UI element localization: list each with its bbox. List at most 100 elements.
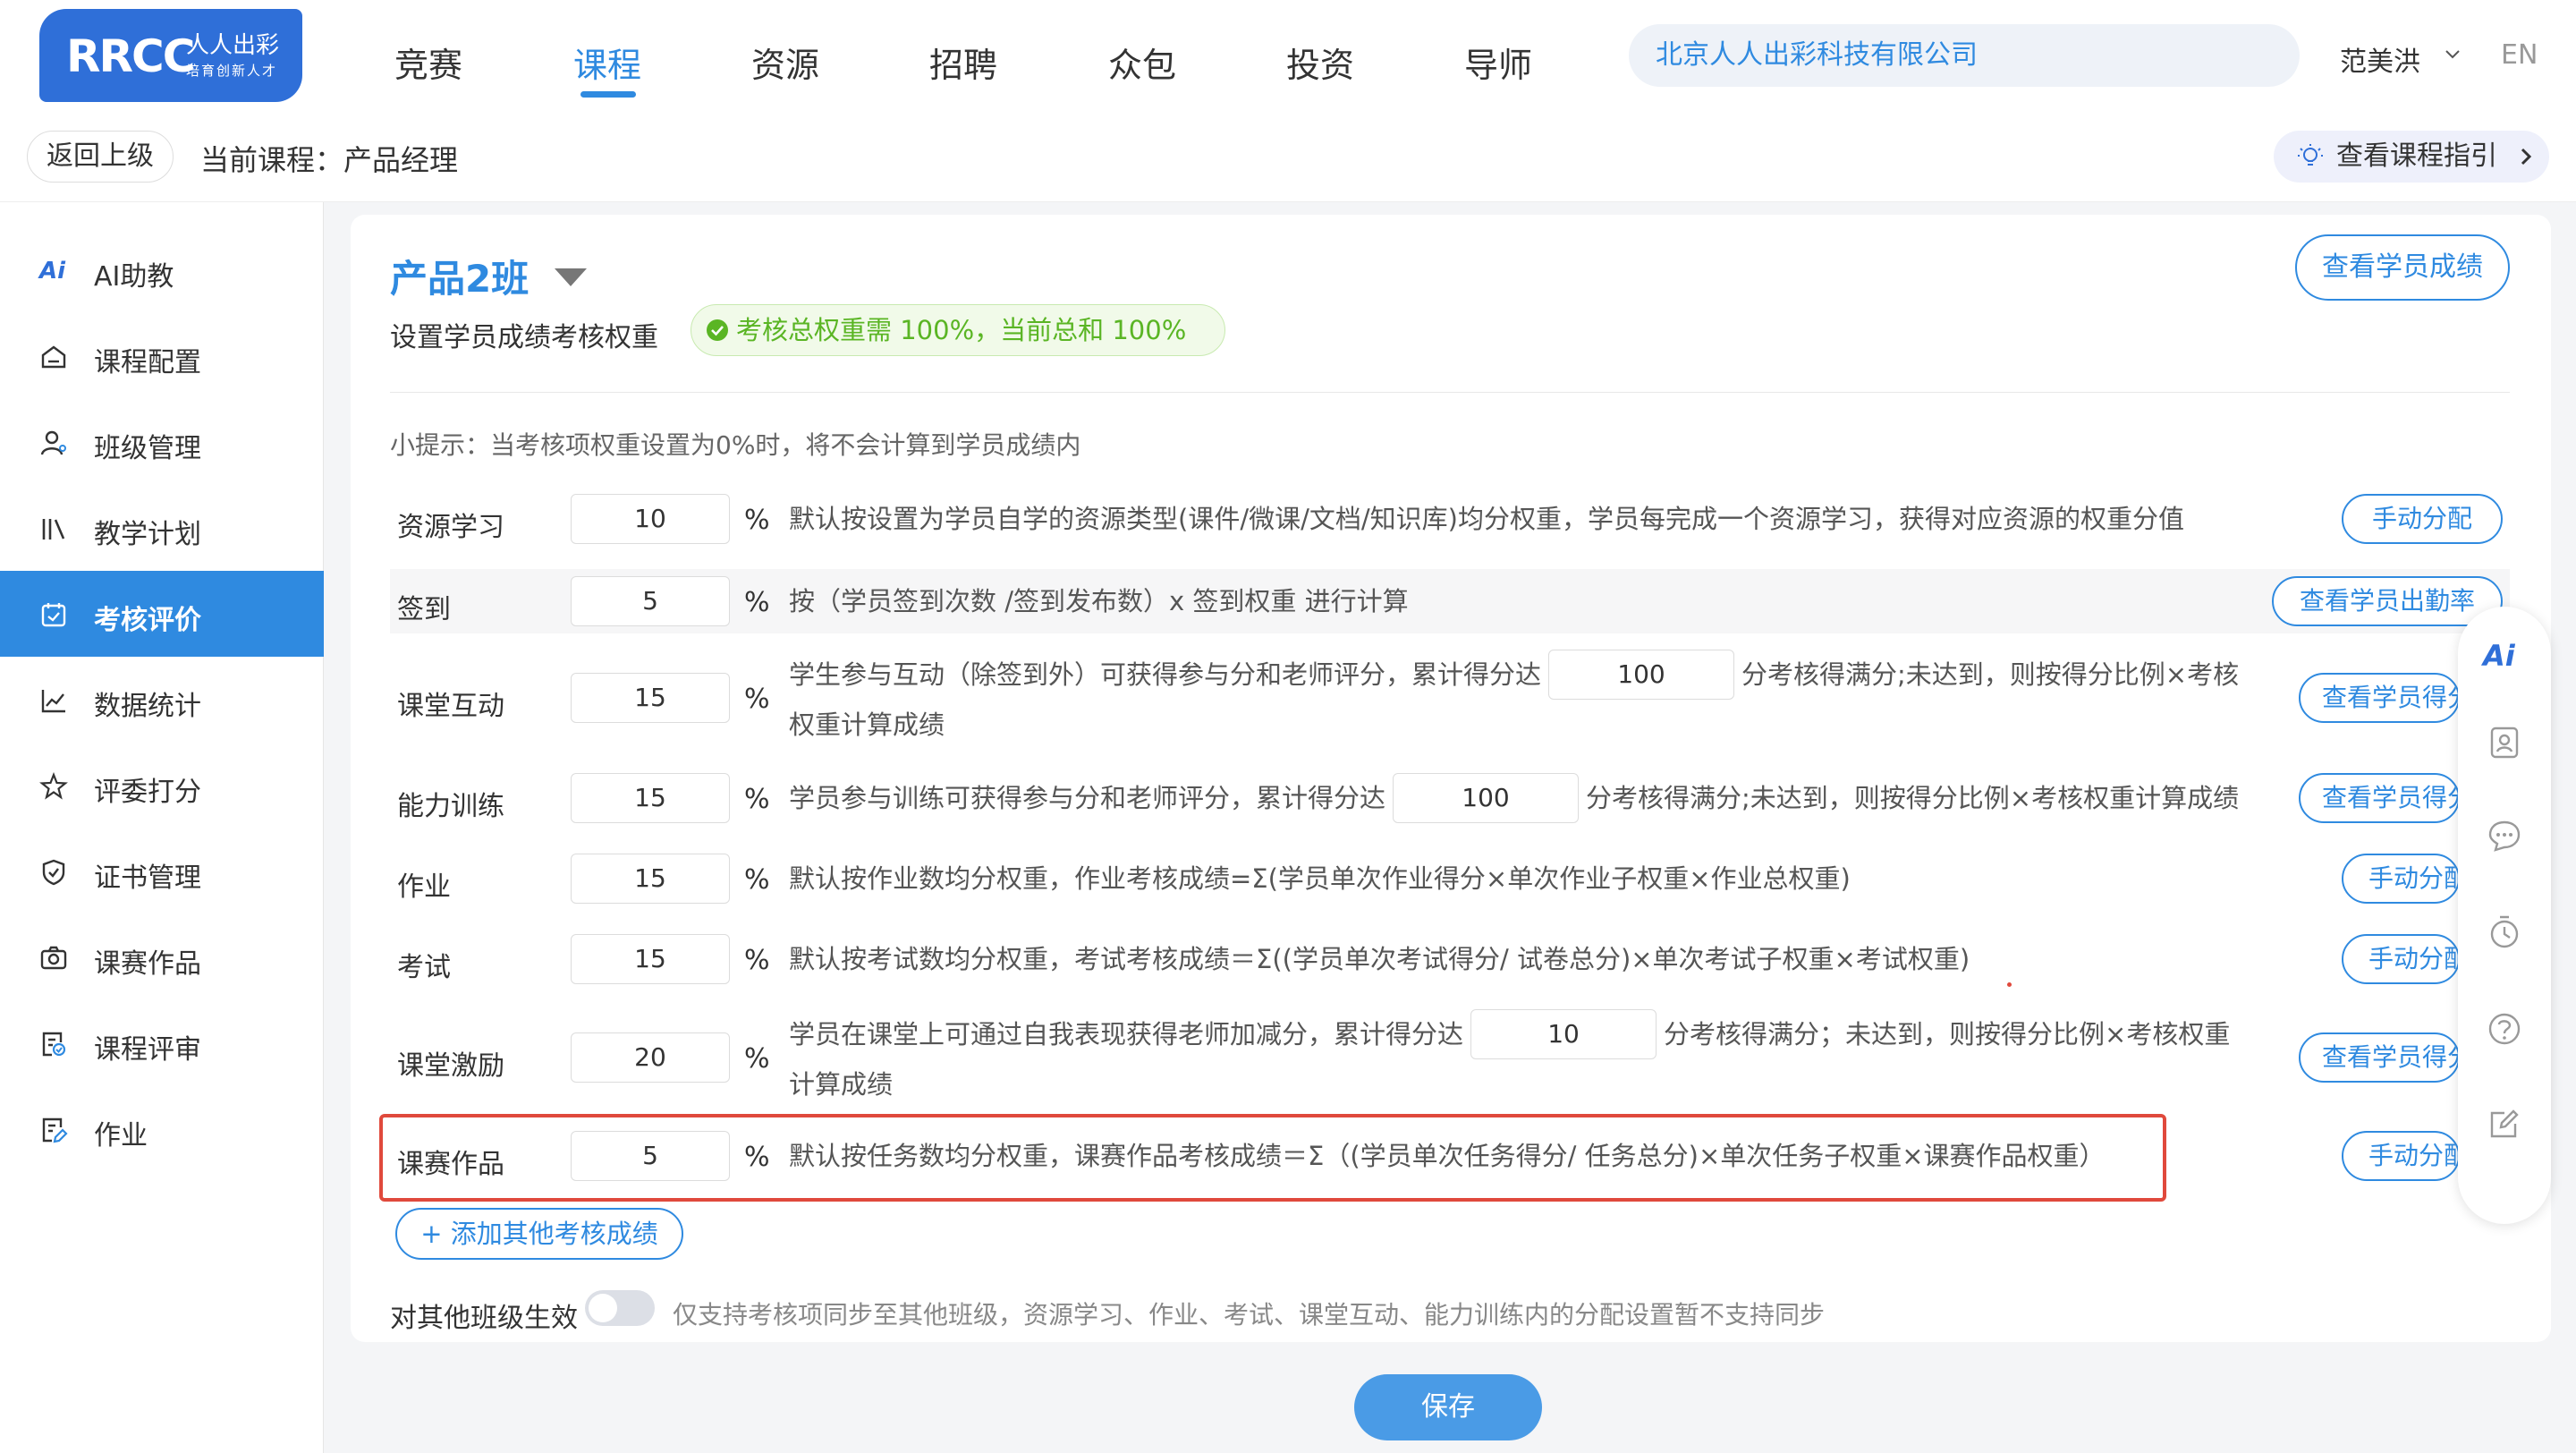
edit-icon[interactable] (2487, 1106, 2522, 1142)
description-part-b: 分考核得满分；未达到，则按得分比例×考核权重 (1664, 1019, 2231, 1049)
sidebar-item-label: 课程评审 (94, 1034, 201, 1066)
chat-icon[interactable] (2487, 818, 2522, 854)
nav-resources[interactable]: 资源 (751, 38, 819, 87)
logo[interactable]: RRCC 人人出彩 培育创新人才 (39, 9, 302, 102)
toggle-knob (589, 1294, 617, 1322)
add-other-assessment-button[interactable]: + 添加其他考核成绩 (395, 1208, 683, 1260)
timer-icon[interactable] (2487, 914, 2522, 950)
calendar-check-icon (41, 603, 66, 627)
row-name: 能力训练 (397, 791, 504, 822)
nav-crowdsource[interactable]: 众包 (1108, 38, 1176, 87)
nav-mentor[interactable]: 导师 (1464, 38, 1532, 87)
row-name: 作业 (397, 871, 451, 903)
ai-icon[interactable]: Ai (2483, 639, 2515, 673)
contact-card-icon[interactable] (2487, 725, 2522, 760)
sync-toggle[interactable] (585, 1290, 655, 1326)
percent-sign: % (744, 684, 770, 715)
weight-status-text: 考核总权重需 100%，当前总和 100% (736, 315, 1187, 345)
company-selector[interactable]: 北京人人出彩科技有限公司 (1629, 24, 2300, 87)
sidebar-item-label: 教学计划 (94, 519, 201, 550)
chevron-right-icon (2521, 148, 2532, 166)
weight-input[interactable]: 5 (571, 576, 730, 626)
score-threshold-input[interactable]: 100 (1548, 650, 1735, 700)
divider (390, 392, 2510, 393)
row-name: 考试 (397, 952, 451, 983)
row-description: 按（学员签到次数 /签到发布数）x 签到权重 进行计算 (789, 586, 1409, 616)
logo-text: RRCC (66, 30, 195, 82)
weight-input[interactable]: 15 (571, 934, 730, 984)
weight-input[interactable]: 15 (571, 773, 730, 823)
sidebar-item-course-config[interactable]: 课程配置 (0, 313, 324, 399)
current-course: 当前课程：产品经理 (200, 143, 459, 177)
floating-toolbar: Ai (2458, 607, 2551, 1224)
lightbulb-icon (2298, 144, 2323, 166)
weight-input[interactable]: 20 (571, 1032, 730, 1083)
sidebar-item-course-review[interactable]: 课程评审 (0, 1000, 324, 1086)
course-guide-button[interactable]: 查看课程指引 (2274, 131, 2549, 183)
view-student-score-button[interactable]: 查看学员得分 (2299, 1032, 2460, 1083)
nav-active-indicator (580, 91, 636, 98)
user-icon (40, 430, 66, 455)
sidebar-item-class-management[interactable]: 班级管理 (0, 399, 324, 485)
highlight-box (379, 1114, 2166, 1202)
homework-icon (42, 1117, 68, 1143)
weight-setting-label: 设置学员成绩考核权重 (390, 322, 658, 353)
class-title[interactable]: 产品2班 (390, 249, 529, 303)
view-student-score-button[interactable]: 查看学员得分 (2299, 773, 2460, 823)
sidebar-item-ai-assistant[interactable]: Ai AI助教 (0, 227, 324, 313)
sidebar-item-teaching-plan[interactable]: 教学计划 (0, 485, 324, 571)
logo-slogan: 培育创新人才 (186, 63, 278, 79)
weight-input[interactable]: 15 (571, 854, 730, 904)
view-student-scores-button[interactable]: 查看学员成绩 (2295, 234, 2510, 301)
sidebar-item-judge-scoring[interactable]: 评委打分 (0, 743, 324, 828)
weight-input[interactable]: 15 (571, 673, 730, 723)
row-description: 学员在课堂上可通过自我表现获得老师加减分，累计得分达 10 分考核得满分；未达到，则… (789, 1009, 2230, 1109)
score-threshold-input[interactable]: 100 (1393, 773, 1580, 823)
nav-recruit[interactable]: 招聘 (929, 38, 997, 87)
assessment-row-resource-learning: 资源学习 10 % 默认按设置为学员自学的资源类型(课件/微课/文档/知识库)均… (390, 490, 2510, 548)
user-name[interactable]: 范美洪 (2340, 39, 2420, 79)
row-description: 学员参与训练可获得参与分和老师评分，累计得分达 100 分考核得满分;未达到，则按得… (789, 773, 2239, 823)
save-button[interactable]: 保存 (1354, 1374, 1542, 1440)
tip-text: 小提示：当考核项权重设置为0%时，将不会计算到学员成绩内 (390, 430, 1081, 460)
sidebar-item-label: 课程配置 (94, 347, 201, 378)
sidebar-item-competition-works[interactable]: 课赛作品 (0, 914, 324, 1000)
back-button[interactable]: 返回上级 (27, 131, 174, 183)
shield-icon (42, 859, 65, 886)
course-guide-label: 查看课程指引 (2336, 140, 2497, 172)
language-switch[interactable]: EN (2501, 39, 2538, 71)
camera-icon (40, 946, 67, 970)
score-threshold-input[interactable]: 10 (1470, 1009, 1657, 1059)
manual-assign-button[interactable]: 手动分配 (2342, 494, 2503, 544)
sidebar-item-homework[interactable]: 作业 (0, 1086, 324, 1172)
sidebar-item-certificates[interactable]: 证书管理 (0, 828, 324, 914)
check-circle-icon (707, 319, 728, 341)
nav-course[interactable]: 课程 (573, 38, 641, 87)
chevron-down-icon[interactable] (2444, 45, 2462, 63)
books-icon (42, 519, 65, 540)
red-dot-marker (2007, 982, 2012, 987)
sidebar-item-label: 数据统计 (94, 691, 201, 722)
assessment-row-checkin: 签到 5 % 按（学员签到次数 /签到发布数）x 签到权重 进行计算 查看学员出… (390, 569, 2510, 633)
percent-sign: % (744, 1043, 770, 1075)
sidebar-item-statistics[interactable]: 数据统计 (0, 657, 324, 743)
nav-competition[interactable]: 竞赛 (394, 38, 462, 87)
manual-assign-button[interactable]: 手动分配 (2342, 934, 2460, 984)
row-name: 课堂激励 (397, 1050, 504, 1082)
sidebar-item-assessment[interactable]: 考核评价 (0, 571, 324, 657)
weight-input[interactable]: 10 (571, 494, 730, 544)
caret-down-icon[interactable] (553, 267, 589, 288)
row-description: 默认按考试数均分权重，考试考核成绩＝Σ((学员单次考试得分/ 试卷总分)×单次考… (789, 944, 1970, 974)
manual-assign-button[interactable]: 手动分配 (2342, 854, 2460, 904)
view-attendance-button[interactable]: 查看学员出勤率 (2272, 576, 2503, 626)
view-student-score-button[interactable]: 查看学员得分 (2299, 673, 2460, 723)
help-icon[interactable] (2487, 1011, 2522, 1047)
percent-sign: % (744, 784, 770, 815)
manual-assign-button[interactable]: 手动分配 (2342, 1131, 2460, 1181)
sidebar-item-label: 班级管理 (94, 433, 201, 464)
percent-sign: % (744, 505, 770, 536)
row-description: 默认按设置为学员自学的资源类型(课件/微课/文档/知识库)均分权重，学员每完成一… (789, 504, 2184, 534)
sidebar-item-label: AI助教 (94, 261, 174, 293)
row-name: 课堂互动 (397, 691, 504, 722)
nav-invest[interactable]: 投资 (1286, 38, 1354, 87)
